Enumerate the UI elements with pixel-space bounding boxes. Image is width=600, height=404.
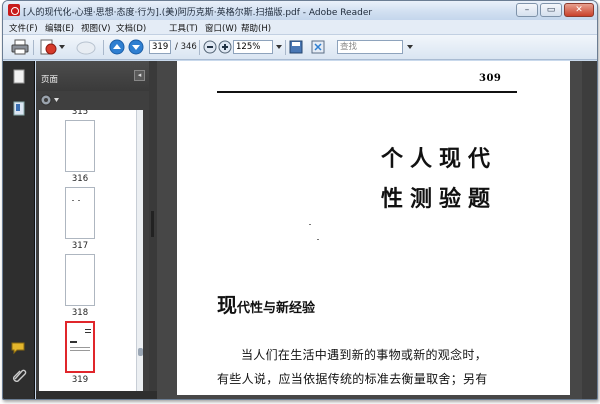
minimize-icon: – xyxy=(524,5,530,15)
toolbar-separator xyxy=(285,40,286,55)
menu-edit[interactable]: 编辑(E) xyxy=(45,22,74,34)
panel-footer xyxy=(36,391,157,399)
thumbnail-317[interactable] xyxy=(65,187,95,239)
panel-splitter[interactable] xyxy=(149,61,157,391)
menu-file[interactable]: 文件(F) xyxy=(9,22,38,34)
section-heading-text: 代性与新经验 xyxy=(237,301,316,316)
zoom-in-icon[interactable] xyxy=(218,39,232,55)
bookmarks-icon[interactable] xyxy=(12,101,26,117)
menu-tools[interactable]: 工具(T) xyxy=(169,22,198,34)
body-text-line-2: 有些人说，应当依据传统的标准去衡量取舍；另有 xyxy=(217,372,488,386)
minimize-button[interactable]: – xyxy=(516,3,538,17)
comments-icon[interactable] xyxy=(10,341,28,355)
toolbar-separator xyxy=(103,40,104,55)
thumbnail-319-selected[interactable] xyxy=(65,321,95,373)
thumbnail-318[interactable] xyxy=(65,254,95,306)
document-area: 309 个人现代 性测验题 现代性与新经验 当人们在生活中遇到新的事物或新的观念… xyxy=(157,61,597,399)
close-icon: ✕ xyxy=(575,5,583,15)
title-bar: [人的现代化-心理·思想·态度·行为].(美)阿历克斯·英格尔斯.扫描版.pdf… xyxy=(3,1,597,20)
zoom-select[interactable]: 125% xyxy=(233,40,273,54)
search-input[interactable]: 查找 xyxy=(337,40,403,54)
thumbnail-scrollbar[interactable] xyxy=(136,110,143,391)
body-text-line-1: 当人们在生活中遇到新的事物或新的观念时， xyxy=(241,348,488,362)
thumbnail-316[interactable] xyxy=(65,120,95,172)
window-title: [人的现代化-心理·思想·态度·行为].(美)阿历克斯·英格尔斯.扫描版.pdf… xyxy=(23,8,373,18)
header-rule xyxy=(217,91,517,93)
thumbnail-label: 319 xyxy=(71,375,89,385)
page-number-input[interactable]: 319 xyxy=(149,40,171,54)
toolbar-separator xyxy=(33,40,34,55)
fit-window-icon[interactable] xyxy=(311,39,325,55)
menu-bar: 文件(F) 编辑(E) 视图(V) 文档(D) 工具(T) 窗口(W) 帮助(H… xyxy=(3,20,597,35)
total-pages-label: / 346 xyxy=(175,42,197,52)
thumbnail-scrollbar-thumb[interactable] xyxy=(138,348,143,356)
collaborate-icon[interactable] xyxy=(75,39,97,55)
panel-title: 页面 xyxy=(41,75,59,85)
toolbar-separator xyxy=(199,40,200,55)
thumbnail-label: 315 xyxy=(71,110,89,117)
splitter-grip[interactable] xyxy=(151,211,154,237)
menu-window[interactable]: 窗口(W) xyxy=(205,22,237,34)
document-scrollbar[interactable] xyxy=(582,61,597,399)
maximize-icon: ▭ xyxy=(546,5,556,15)
zoom-out-icon[interactable] xyxy=(203,39,217,55)
page-title-line-1: 个人现代 xyxy=(381,146,498,172)
attachments-icon[interactable] xyxy=(11,367,27,383)
next-page-icon[interactable] xyxy=(128,39,144,55)
menu-view[interactable]: 视图(V) xyxy=(81,22,110,34)
app-window: [人的现代化-心理·思想·态度·行为].(美)阿历克斯·英格尔斯.扫描版.pdf… xyxy=(2,0,598,400)
menu-help[interactable]: 帮助(H) xyxy=(241,22,271,34)
page-number: 309 xyxy=(479,73,502,84)
panel-header: 页面 ◂ xyxy=(36,61,149,91)
zoom-dropdown-icon[interactable] xyxy=(276,45,282,49)
menu-document[interactable]: 文档(D) xyxy=(116,22,146,34)
thumbnail-label: 318 xyxy=(71,308,89,318)
pages-panel: 页面 ◂ 315 316 317 318 319 xyxy=(36,61,149,391)
pdf-page: 309 个人现代 性测验题 现代性与新经验 当人们在生活中遇到新的事物或新的观念… xyxy=(177,61,570,395)
pages-panel-icon[interactable] xyxy=(12,69,26,85)
thumbnail-label: 317 xyxy=(71,241,89,251)
thumbnail-label: 316 xyxy=(71,174,89,184)
adobe-reader-icon xyxy=(8,4,20,16)
toolbar: 319 / 346 125% 查找 xyxy=(3,35,597,60)
print-icon[interactable] xyxy=(11,39,29,55)
save-icon[interactable] xyxy=(289,39,303,55)
page-title-line-2: 性测验题 xyxy=(381,186,498,212)
thumbnail-list[interactable]: 315 316 317 318 319 xyxy=(39,110,143,391)
previous-page-icon[interactable] xyxy=(109,39,125,55)
section-heading-initial: 现 xyxy=(217,293,237,317)
navigation-rail xyxy=(3,61,35,399)
collapse-panel-button[interactable]: ◂ xyxy=(134,70,145,81)
create-pdf-dropdown-icon[interactable] xyxy=(59,45,65,49)
section-heading: 现代性与新经验 xyxy=(217,289,315,318)
search-dropdown-icon[interactable] xyxy=(407,45,413,49)
close-button[interactable]: ✕ xyxy=(564,3,594,17)
maximize-button[interactable]: ▭ xyxy=(540,3,562,17)
panel-options-icon[interactable] xyxy=(39,93,61,107)
create-pdf-icon[interactable] xyxy=(39,39,57,55)
